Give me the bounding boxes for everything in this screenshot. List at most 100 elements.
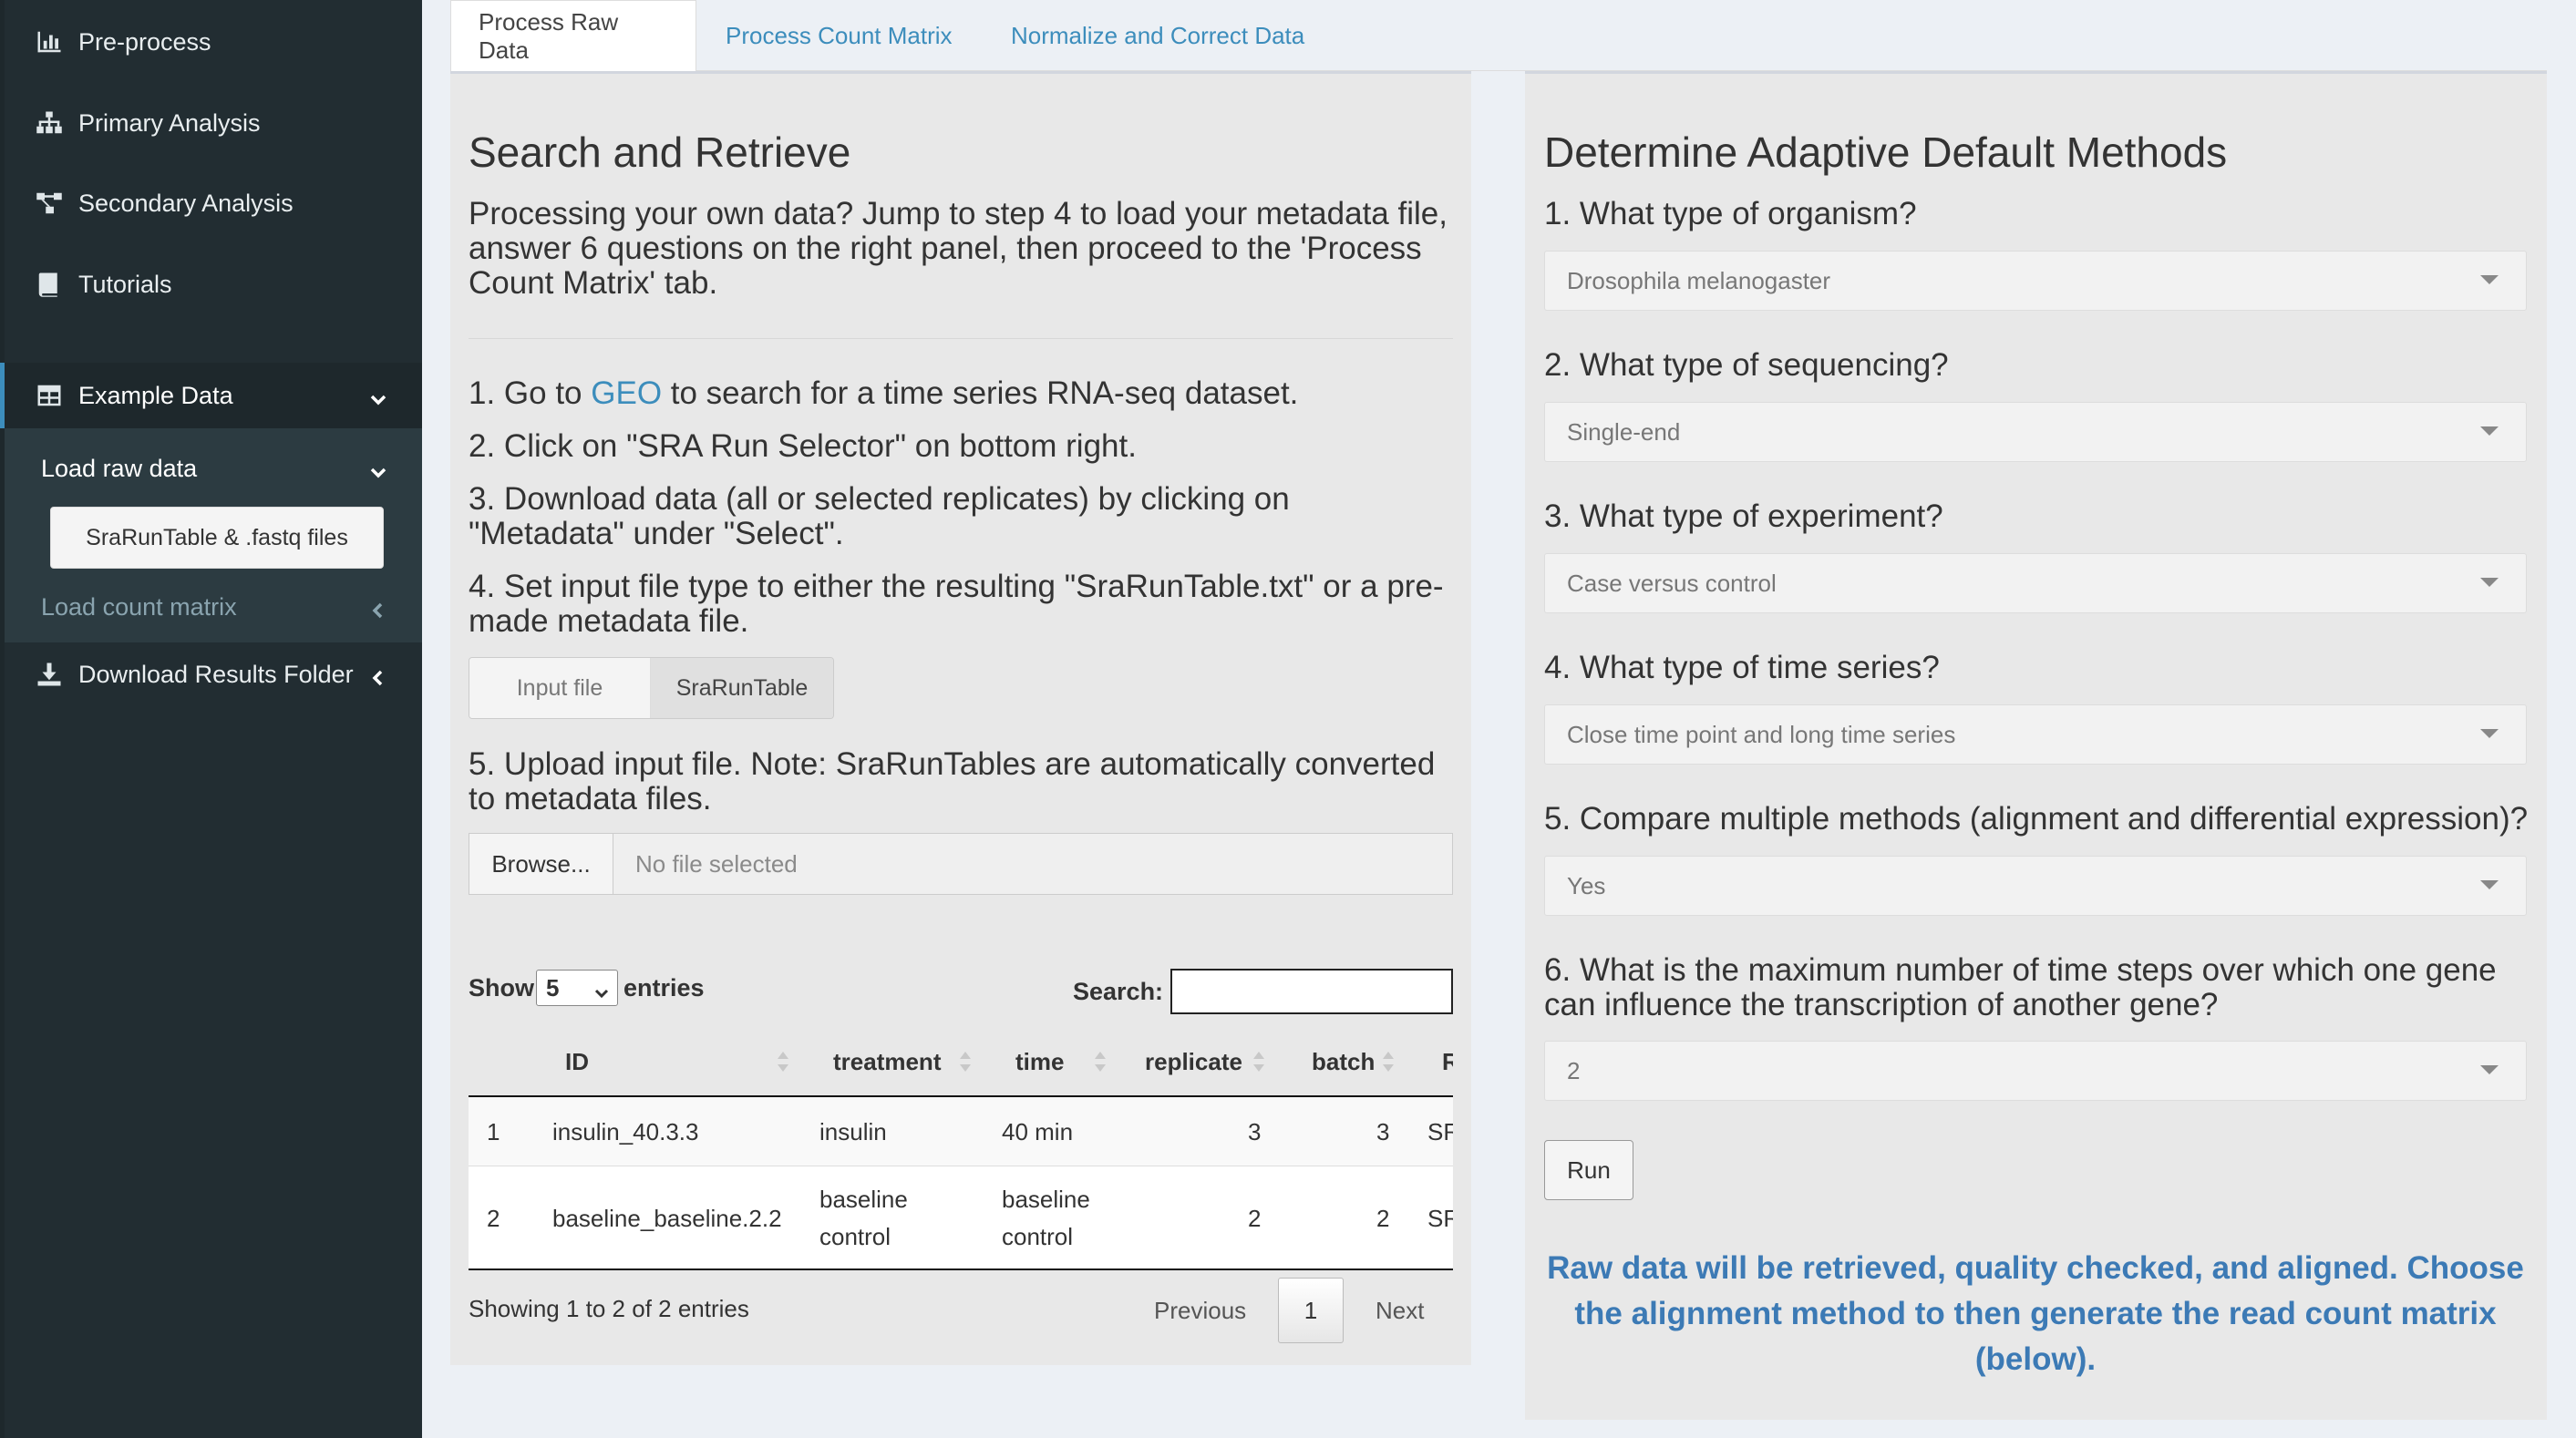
experiment-select-value: Case versus control bbox=[1567, 569, 1777, 597]
file-name-field[interactable]: No file selected bbox=[613, 834, 1452, 894]
tab-bar: Process Raw Data Process Count Matrix No… bbox=[450, 0, 2547, 71]
chevron-left-icon bbox=[369, 598, 387, 619]
sidebar-item-example-data[interactable]: Example Data bbox=[0, 363, 422, 428]
dropdown-caret-icon bbox=[2480, 1065, 2499, 1074]
organism-select[interactable]: Drosophila melanogaster bbox=[1544, 251, 2527, 311]
table-icon bbox=[35, 381, 64, 410]
sequencing-select-value: Single-end bbox=[1567, 417, 1681, 446]
header-id[interactable]: ID bbox=[565, 1048, 589, 1076]
step-2-text: 2. Click on "SRA Run Selector" on bottom… bbox=[469, 428, 1137, 464]
sra-runtable-fastq-button[interactable]: SraRunTable & .fastq files bbox=[50, 507, 384, 569]
submenu-item-load-count-matrix[interactable]: Load count matrix bbox=[5, 583, 422, 631]
header-r[interactable]: R bbox=[1442, 1048, 1453, 1076]
project-diagram-icon bbox=[35, 189, 64, 218]
entries-select-value: 5 bbox=[546, 973, 560, 1001]
tab-normalize-correct-data[interactable]: Normalize and Correct Data bbox=[984, 0, 1332, 71]
chevron-down-icon bbox=[369, 459, 387, 478]
sraruntable-option[interactable]: SraRunTable bbox=[651, 658, 833, 718]
next-button[interactable]: Next bbox=[1376, 1297, 1424, 1325]
header-replicate[interactable]: replicate bbox=[1145, 1048, 1242, 1076]
sidebar-item-primary-analysis[interactable]: Primary Analysis bbox=[0, 96, 422, 150]
sidebar-item-download-results[interactable]: Download Results Folder bbox=[0, 647, 422, 702]
section-divider bbox=[469, 338, 1453, 339]
header-batch[interactable]: batch bbox=[1312, 1048, 1375, 1076]
time-series-select[interactable]: Close time point and long time series bbox=[1544, 704, 2527, 765]
chevron-down-icon bbox=[369, 386, 387, 406]
cell-treatment: insulin bbox=[819, 1118, 887, 1145]
cell-treatment-line2: control bbox=[819, 1223, 891, 1250]
cell-batch: 3 bbox=[1376, 1118, 1390, 1145]
sidebar-item-label: Primary Analysis bbox=[78, 108, 261, 137]
table-header: ID treatment time replicate batch R bbox=[469, 1032, 1453, 1097]
submenu-item-label: Load raw data bbox=[41, 454, 198, 482]
sort-icon bbox=[1252, 1050, 1265, 1073]
question-sequencing: 2. What type of sequencing? bbox=[1544, 347, 1949, 383]
sidebar-item-label: Download Results Folder bbox=[78, 660, 354, 688]
geo-link[interactable]: GEO bbox=[591, 375, 662, 411]
question-organism: 1. What type of organism? bbox=[1544, 196, 1917, 231]
sort-icon bbox=[959, 1050, 972, 1073]
max-time-steps-select[interactable]: 2 bbox=[1544, 1041, 2527, 1101]
bar-chart-icon bbox=[35, 27, 64, 56]
previous-button[interactable]: Previous bbox=[1154, 1297, 1246, 1325]
search-retrieve-title: Search and Retrieve bbox=[469, 128, 851, 176]
sidebar-item-label: Secondary Analysis bbox=[78, 189, 294, 217]
tab-process-raw-data[interactable]: Process Raw Data bbox=[450, 0, 696, 71]
sidebar-item-label: Example Data bbox=[78, 381, 233, 409]
sidebar-item-label: Tutorials bbox=[78, 270, 172, 298]
chevron-left-icon bbox=[369, 665, 387, 686]
cell-r: SR bbox=[1427, 1205, 1453, 1232]
page-1-button[interactable]: 1 bbox=[1278, 1278, 1344, 1343]
run-button[interactable]: Run bbox=[1544, 1140, 1633, 1200]
table-search-input[interactable] bbox=[1170, 969, 1453, 1014]
table-row[interactable]: 1 insulin_40.3.3 insulin 40 min 3 3 SR bbox=[469, 1097, 1453, 1166]
submenu-item-label: Load count matrix bbox=[41, 592, 237, 621]
step-3-text: 3. Download data (all or selected replic… bbox=[469, 481, 1290, 551]
step-1-suffix: to search for a time series RNA-seq data… bbox=[662, 375, 1299, 411]
adaptive-defaults-title: Determine Adaptive Default Methods bbox=[1544, 128, 2228, 176]
sort-icon bbox=[1382, 1050, 1395, 1073]
step-5-text: 5. Upload input file. Note: SraRunTables… bbox=[469, 746, 1436, 817]
input-file-type-toggle: Input file SraRunTable bbox=[469, 657, 834, 719]
dropdown-caret-icon bbox=[2480, 880, 2499, 889]
dropdown-caret-icon bbox=[2480, 275, 2499, 284]
sidebar-item-secondary-analysis[interactable]: Secondary Analysis bbox=[0, 176, 422, 231]
cell-time-line1: baseline bbox=[1002, 1186, 1090, 1213]
table-row[interactable]: 2 baseline_baseline.2.2 baseline control… bbox=[469, 1166, 1453, 1270]
sidebar-item-pre-process[interactable]: Pre-process bbox=[0, 15, 422, 69]
max-time-steps-select-value: 2 bbox=[1567, 1056, 1581, 1084]
header-treatment[interactable]: treatment bbox=[833, 1048, 941, 1076]
row-index: 2 bbox=[487, 1205, 500, 1232]
chevron-down-icon bbox=[593, 980, 610, 999]
experiment-select[interactable]: Case versus control bbox=[1544, 553, 2527, 613]
header-time[interactable]: time bbox=[1015, 1048, 1064, 1076]
sequencing-select[interactable]: Single-end bbox=[1544, 402, 2527, 462]
metadata-table: ID treatment time replicate batch R 1 in… bbox=[469, 1032, 1453, 1272]
cell-time-line2: control bbox=[1002, 1223, 1074, 1250]
sort-icon bbox=[777, 1050, 789, 1073]
cell-replicate: 2 bbox=[1248, 1205, 1262, 1232]
browse-button[interactable]: Browse... bbox=[469, 834, 613, 894]
input-file-option[interactable]: Input file bbox=[469, 658, 651, 718]
compare-methods-select[interactable]: Yes bbox=[1544, 856, 2527, 916]
sort-icon bbox=[1094, 1050, 1107, 1073]
cell-treatment-line1: baseline bbox=[819, 1186, 908, 1213]
entries-label: entries bbox=[623, 974, 705, 1001]
row-index: 1 bbox=[487, 1118, 500, 1145]
organism-select-value: Drosophila melanogaster bbox=[1567, 266, 1831, 294]
question-max-time-steps: 6. What is the maximum number of time st… bbox=[1544, 952, 2497, 1022]
question-compare-methods: 5. Compare multiple methods (alignment a… bbox=[1544, 801, 2529, 837]
sidebar-item-tutorials[interactable]: Tutorials bbox=[0, 257, 422, 312]
intro-text: Processing your own data? Jump to step 4… bbox=[469, 196, 1448, 301]
dropdown-caret-icon bbox=[2480, 578, 2499, 587]
question-experiment: 3. What type of experiment? bbox=[1544, 498, 1943, 534]
dropdown-caret-icon bbox=[2480, 426, 2499, 436]
cell-batch: 2 bbox=[1376, 1205, 1390, 1232]
show-label: Show bbox=[469, 974, 534, 1001]
submenu-item-load-raw-data[interactable]: Load raw data bbox=[5, 445, 422, 492]
compare-methods-select-value: Yes bbox=[1567, 871, 1606, 899]
sitemap-icon bbox=[35, 108, 64, 138]
entries-select[interactable]: 5 bbox=[536, 970, 618, 1006]
table-search-label: Search: bbox=[1073, 978, 1164, 1005]
tab-process-count-matrix[interactable]: Process Count Matrix bbox=[698, 0, 980, 71]
